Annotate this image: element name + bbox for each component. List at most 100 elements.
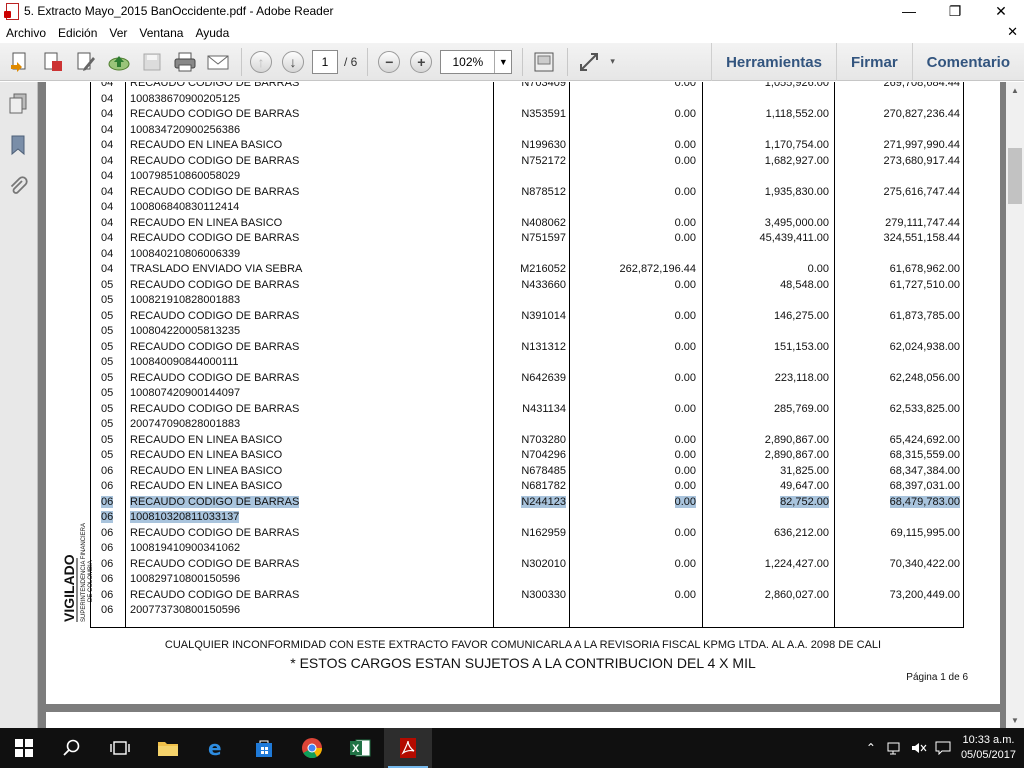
save-icon[interactable] <box>139 49 165 75</box>
search-icon[interactable] <box>48 728 96 768</box>
next-page-icon[interactable]: ↓ <box>282 50 304 73</box>
start-button[interactable] <box>0 728 48 768</box>
notifications-icon[interactable] <box>931 728 955 768</box>
row-description: RECAUDO CODIGO DE BARRAS <box>130 402 300 415</box>
row-debit: 0.00 <box>674 464 696 477</box>
zoom-in-icon[interactable]: + <box>410 50 433 73</box>
row-day: 06 <box>101 495 114 508</box>
file-explorer-icon[interactable] <box>144 728 192 768</box>
scrollbar-thumb[interactable] <box>1008 148 1022 204</box>
volume-muted-icon[interactable] <box>907 728 931 768</box>
row-balance: 68,347,384.00 <box>889 464 960 477</box>
toolbar-options-icon[interactable]: ▾ <box>610 56 615 67</box>
row-balance: 65,424,692.00 <box>889 433 960 446</box>
email-icon[interactable] <box>205 49 231 75</box>
row-debit: 0.00 <box>674 557 696 570</box>
row-day: 04 <box>101 92 114 105</box>
menu-archivo[interactable]: Archivo <box>0 26 52 40</box>
network-icon[interactable] <box>883 728 907 768</box>
row-balance: 270,827,236.44 <box>883 108 960 120</box>
row-description: 100834720900256386 <box>130 123 241 136</box>
row-description: 100821910828001883 <box>130 294 241 306</box>
row-reference: N752172 <box>521 154 566 167</box>
page-number-input[interactable]: 1 <box>312 49 338 74</box>
adobe-reader-icon <box>4 3 20 20</box>
menu-ventana[interactable]: Ventana <box>133 26 189 40</box>
row-description: RECAUDO EN LINEA BASICO <box>130 433 283 446</box>
table-row: 04 RECAUDO CODIGO DE BARRAS N353591 0.00 1,1… <box>91 107 963 123</box>
task-view-icon[interactable] <box>96 728 144 768</box>
minimize-button[interactable]: — <box>886 0 932 22</box>
table-row: 04 RECAUDO EN LINEA BASICO N408062 0.00 3,49… <box>91 216 963 232</box>
row-credit: 1,170,754.00 <box>764 139 829 151</box>
close-document-icon[interactable]: ✕ <box>1007 24 1018 40</box>
table-row: 06 RECAUDO CODIGO DE BARRAS N244123 0.00 82,… <box>91 495 963 511</box>
edge-browser-icon[interactable]: e <box>192 728 240 768</box>
show-hidden-icons-icon[interactable]: ⌃ <box>859 728 883 768</box>
row-reference: N353591 <box>521 108 566 120</box>
row-description: RECAUDO CODIGO DE BARRAS <box>130 340 300 353</box>
row-debit: 0.00 <box>674 433 696 446</box>
zoom-out-icon[interactable]: − <box>378 50 401 73</box>
vertical-scrollbar[interactable]: ▲ ▼ <box>1006 82 1024 728</box>
firmar-button[interactable]: Firmar <box>835 43 912 81</box>
row-balance: 68,315,559.00 <box>889 449 960 461</box>
document-viewer[interactable]: VIGILADO SUPERINTENDENCIA FINANCIERA DE … <box>38 82 1006 728</box>
convert-pdf-icon[interactable] <box>40 49 66 75</box>
create-pdf-icon[interactable] <box>7 49 33 75</box>
attachments-icon[interactable] <box>8 176 28 198</box>
print-icon[interactable] <box>172 49 198 75</box>
row-credit: 2,890,867.00 <box>764 449 829 461</box>
row-reference: N878512 <box>521 185 566 198</box>
zoom-select[interactable]: 102% ▼ <box>440 49 513 74</box>
row-reference: N433660 <box>521 278 566 291</box>
table-row: 05 RECAUDO CODIGO DE BARRAS N391014 0.00 146… <box>91 309 963 325</box>
row-day: 05 <box>101 294 114 306</box>
row-day: 05 <box>101 309 114 322</box>
table-row: 04 100806840830112414 <box>91 200 963 216</box>
row-balance: 70,340,422.00 <box>889 557 960 570</box>
excel-icon[interactable]: X <box>336 728 384 768</box>
row-description: 200773730800150596 <box>130 604 241 616</box>
store-icon[interactable] <box>240 728 288 768</box>
page-thumbnails-icon[interactable] <box>8 92 28 114</box>
row-day: 04 <box>101 139 114 151</box>
menu-ver[interactable]: Ver <box>103 26 133 40</box>
herramientas-button[interactable]: Herramientas <box>711 43 836 81</box>
page-number-label: Página 1 de 6 <box>906 672 968 683</box>
row-credit: 82,752.00 <box>780 495 829 508</box>
row-day: 05 <box>101 371 114 384</box>
row-balance: 61,873,785.00 <box>889 309 960 322</box>
row-credit: 1,682,927.00 <box>764 154 829 167</box>
menu-ayuda[interactable]: Ayuda <box>189 26 235 40</box>
row-balance: 68,397,031.00 <box>889 480 960 492</box>
restore-button[interactable]: ❐ <box>932 0 978 22</box>
scroll-up-icon[interactable]: ▲ <box>1006 82 1024 98</box>
table-row: 04 RECAUDO CODIGO DE BARRAS N752172 0.00 1,6… <box>91 154 963 170</box>
table-row: 05 RECAUDO CODIGO DE BARRAS N431134 0.00 285… <box>91 402 963 418</box>
chrome-icon[interactable] <box>288 728 336 768</box>
close-button[interactable]: ✕ <box>978 0 1024 22</box>
scroll-down-icon[interactable]: ▼ <box>1006 712 1024 728</box>
row-reference: N703409 <box>521 82 566 89</box>
adobe-reader-taskbar-icon[interactable] <box>384 728 432 768</box>
table-row: 05 RECAUDO EN LINEA BASICO N704296 0.00 2,89… <box>91 448 963 464</box>
comentario-button[interactable]: Comentario <box>911 43 1024 81</box>
upload-cloud-icon[interactable] <box>106 49 132 75</box>
full-screen-icon[interactable] <box>576 49 602 75</box>
table-row: 04 RECAUDO CODIGO DE BARRAS N703409 0.00 1,0… <box>91 82 963 92</box>
row-credit: 2,890,867.00 <box>764 433 829 446</box>
row-day: 04 <box>101 201 114 213</box>
row-description: RECAUDO CODIGO DE BARRAS <box>130 495 300 508</box>
bookmarks-icon[interactable] <box>8 134 28 156</box>
taskbar-clock[interactable]: 10:33 a.m. 05/05/2017 <box>955 733 1024 763</box>
menu-edicion[interactable]: Edición <box>52 26 103 40</box>
fit-page-icon[interactable] <box>531 49 557 75</box>
edit-document-icon[interactable] <box>73 49 99 75</box>
previous-page-icon[interactable]: ↑ <box>250 50 272 73</box>
row-credit: 223,118.00 <box>774 371 829 384</box>
row-debit: 262,872,196.44 <box>619 263 696 275</box>
table-row: 04 RECAUDO CODIGO DE BARRAS N751597 0.00 45,… <box>91 231 963 247</box>
table-row: 05 100840090844000111 <box>91 355 963 371</box>
row-description: RECAUDO CODIGO DE BARRAS <box>130 108 300 120</box>
